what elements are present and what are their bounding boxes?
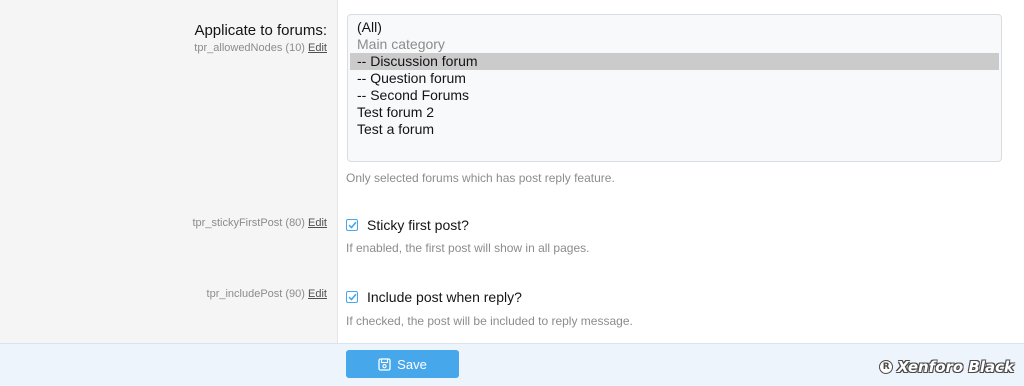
include-checkbox-label[interactable]: Include post when reply? bbox=[367, 289, 522, 305]
include-checkbox-row[interactable]: Include post when reply? bbox=[346, 289, 522, 305]
sticky-option-id: tpr_stickyFirstPost (80) Edit bbox=[7, 217, 328, 229]
include-option-id: tpr_includePost (90) Edit bbox=[7, 288, 327, 300]
form-footer: Save R Xenforo Black bbox=[0, 343, 1024, 386]
include-checkbox[interactable] bbox=[346, 291, 358, 303]
fields-column: (All) Main category -- Discussion forum … bbox=[338, 0, 1024, 343]
include-option-id-text: tpr_includePost (90) bbox=[206, 288, 305, 300]
include-hint: If checked, the post will be included to… bbox=[346, 314, 633, 328]
sticky-checkbox[interactable] bbox=[346, 219, 358, 231]
save-icon bbox=[378, 357, 391, 371]
forums-multiselect[interactable]: (All) Main category -- Discussion forum … bbox=[347, 14, 1002, 162]
save-button[interactable]: Save bbox=[346, 350, 459, 378]
registered-icon: R bbox=[879, 360, 894, 374]
forum-option[interactable]: Test forum 2 bbox=[350, 104, 999, 121]
forum-option[interactable]: -- Second Forums bbox=[350, 87, 999, 104]
checkmark-icon bbox=[347, 293, 357, 301]
watermark-logo: R Xenforo Black bbox=[879, 358, 1014, 376]
forums-option-id: tpr_allowedNodes (10) Edit bbox=[7, 42, 327, 54]
forums-hint: Only selected forums which has post repl… bbox=[346, 171, 615, 185]
save-button-label: Save bbox=[397, 356, 427, 372]
sticky-hint: If enabled, the first post will show in … bbox=[346, 241, 590, 255]
sticky-option-id-text: tpr_stickyFirstPost (80) bbox=[192, 217, 305, 229]
checkmark-icon bbox=[347, 221, 357, 229]
sticky-checkbox-label[interactable]: Sticky first post? bbox=[367, 217, 469, 233]
forums-edit-link[interactable]: Edit bbox=[308, 42, 327, 54]
forum-option[interactable]: -- Question forum bbox=[350, 70, 999, 87]
labels-column: Applicate to forums: tpr_allowedNodes (1… bbox=[0, 0, 338, 343]
forum-option-selected[interactable]: -- Discussion forum bbox=[350, 53, 999, 70]
watermark-text: Xenforo Black bbox=[897, 358, 1014, 376]
include-edit-link[interactable]: Edit bbox=[308, 288, 327, 300]
sticky-checkbox-row[interactable]: Sticky first post? bbox=[346, 217, 469, 233]
forums-option-id-text: tpr_allowedNodes (10) bbox=[194, 42, 305, 54]
sticky-edit-link[interactable]: Edit bbox=[308, 217, 327, 229]
forum-option[interactable]: Test a forum bbox=[350, 121, 999, 138]
forum-option: Main category bbox=[357, 36, 445, 52]
forum-option[interactable]: (All) bbox=[350, 19, 999, 36]
forums-field-label: Applicate to forums: bbox=[194, 22, 327, 39]
